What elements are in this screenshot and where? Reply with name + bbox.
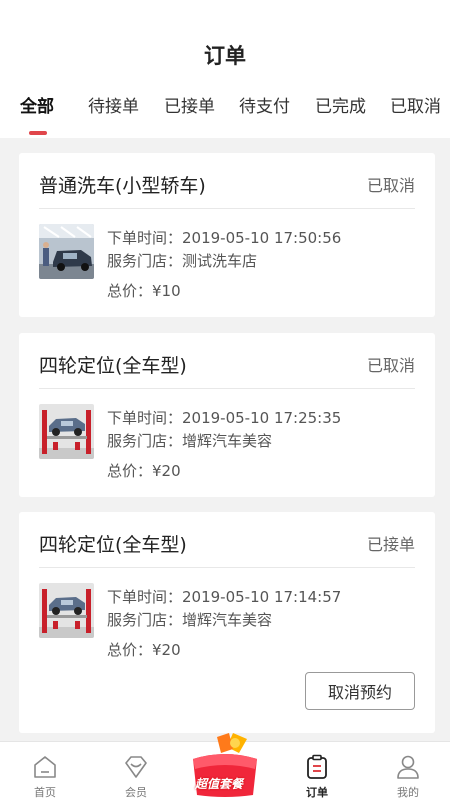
- nav-item-member[interactable]: 会员: [96, 742, 176, 800]
- order-title: 四轮定位(全车型): [39, 534, 187, 556]
- cancel-booking-button[interactable]: 取消预约: [305, 672, 415, 710]
- order-time: 下单时间：2019-05-10 17:25:35: [107, 409, 342, 427]
- divider: [39, 388, 415, 389]
- nav-item-mine[interactable]: 我的: [368, 742, 448, 800]
- promo-package-button[interactable]: 超值套餐: [187, 729, 263, 799]
- header: 订单 全部 待接单 已接单 待支付 已完成 已取消: [0, 0, 450, 138]
- car-lift-photo: [39, 404, 94, 459]
- order-title: 四轮定位(全车型): [39, 355, 187, 377]
- order-tabs: 全部 待接单 已接单 待支付 已完成 已取消: [0, 92, 450, 122]
- car-wash-photo: [39, 224, 94, 279]
- nav-label: 订单: [306, 786, 328, 799]
- divider: [39, 567, 415, 568]
- nav-item-orders[interactable]: 订单: [277, 742, 357, 800]
- nav-label: 会员: [125, 786, 147, 799]
- order-icon: [307, 754, 327, 779]
- order-price: 总价：¥20: [107, 462, 181, 480]
- order-price: 总价：¥20: [107, 641, 181, 659]
- promo-label: 超值套餐: [195, 777, 244, 791]
- page-title: 订单: [204, 44, 246, 68]
- order-time: 下单时间：2019-05-10 17:14:57: [107, 588, 342, 606]
- nav-item-home[interactable]: 首页: [5, 742, 85, 800]
- order-store: 服务门店：增辉汽车美容: [107, 611, 273, 629]
- nav-label: 首页: [34, 786, 56, 799]
- order-status: 已取消: [366, 176, 415, 195]
- order-store: 服务门店：测试洗车店: [107, 252, 258, 270]
- user-icon: [397, 755, 419, 779]
- divider: [39, 208, 415, 209]
- tab-all[interactable]: 全部: [20, 92, 54, 117]
- tab-pending-accept[interactable]: 待接单: [88, 92, 139, 117]
- order-card[interactable]: 四轮定位(全车型) 已接单 下单时间：2019-05-10 17:14:57 服…: [19, 512, 435, 733]
- active-tab-indicator: [29, 131, 47, 135]
- order-status: 已取消: [366, 356, 415, 375]
- tab-cancelled[interactable]: 已取消: [390, 92, 441, 117]
- tab-accepted[interactable]: 已接单: [164, 92, 215, 117]
- heart-icon: [125, 756, 147, 778]
- order-card[interactable]: 普通洗车(小型轿车) 已取消 下单时间：2019-05-10 17:50:56 …: [19, 153, 435, 317]
- order-card[interactable]: 四轮定位(全车型) 已取消 下单时间：2019-05-10 17:25:35 服…: [19, 333, 435, 497]
- car-lift-photo: [39, 583, 94, 638]
- nav-label: 我的: [397, 786, 419, 799]
- order-store: 服务门店：增辉汽车美容: [107, 432, 273, 450]
- order-status: 已接单: [366, 535, 415, 554]
- tab-pending-payment[interactable]: 待支付: [239, 92, 290, 117]
- home-icon: [34, 756, 56, 778]
- tab-completed[interactable]: 已完成: [315, 92, 366, 117]
- order-time: 下单时间：2019-05-10 17:50:56: [107, 229, 342, 247]
- order-price: 总价：¥10: [107, 282, 181, 300]
- order-title: 普通洗车(小型轿车): [39, 175, 206, 197]
